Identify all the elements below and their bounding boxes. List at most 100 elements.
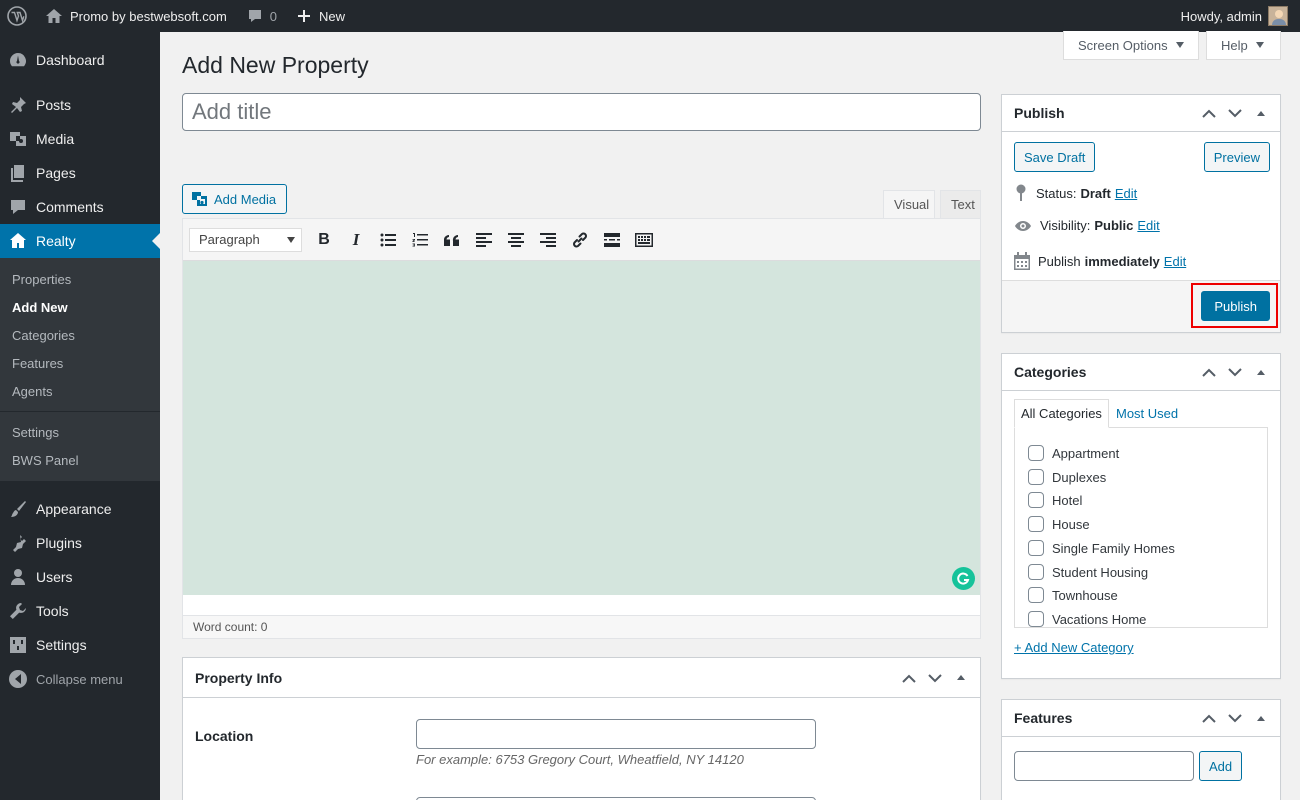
save-draft-button[interactable]: Save Draft [1014,142,1096,172]
grammarly-icon[interactable] [952,567,975,590]
category-label: Appartment [1052,445,1120,461]
page-title: Add New Property [182,52,369,78]
move-down-icon[interactable] [1222,354,1248,391]
submenu-features[interactable]: Features [0,349,160,377]
list-item[interactable]: Vacations Home [1028,611,1146,627]
tab-most-used[interactable]: Most Used [1110,399,1184,428]
list-item[interactable]: Single Family Homes [1028,540,1175,556]
menu-realty[interactable]: Realty [0,224,160,258]
menu-tools[interactable]: Tools [0,594,160,628]
insert-link-button[interactable] [564,225,596,255]
category-checkbox[interactable] [1028,564,1044,580]
menu-dashboard[interactable]: Dashboard [0,43,160,77]
collapse-menu-button[interactable]: Collapse menu [0,662,160,696]
site-name-link[interactable]: Promo by bestwebsoft.com [37,0,235,32]
help-button[interactable]: Help [1206,31,1281,60]
new-feature-input[interactable] [1014,751,1194,781]
publish-button-highlight [1191,283,1278,328]
submenu-properties[interactable]: Properties [0,265,160,293]
location-input[interactable] [416,719,816,749]
title-input[interactable] [182,93,981,131]
read-more-icon [604,232,620,247]
toolbar-toggle-button[interactable] [628,225,660,255]
menu-comments[interactable]: Comments [0,190,160,224]
menu-users[interactable]: Users [0,560,160,594]
wordpress-logo-icon[interactable] [0,0,37,32]
bold-button[interactable]: B [308,225,340,255]
move-down-icon[interactable] [922,660,948,697]
list-item[interactable]: Appartment [1028,445,1119,461]
list-item[interactable]: House [1028,516,1090,532]
align-center-button[interactable] [500,225,532,255]
screen-options-label: Screen Options [1078,37,1168,53]
edit-visibility-link[interactable]: Edit [1137,218,1159,233]
toggle-panel-icon[interactable] [1248,95,1274,132]
list-item[interactable]: Student Housing [1028,564,1148,580]
site-name: Promo by bestwebsoft.com [70,8,227,24]
menu-posts[interactable]: Posts [0,88,160,122]
edit-schedule-link[interactable]: Edit [1164,254,1186,269]
align-right-button[interactable] [532,225,564,255]
list-item[interactable]: Duplexes [1028,469,1106,485]
preview-button[interactable]: Preview [1203,142,1270,172]
submenu-agents[interactable]: Agents [0,377,160,405]
category-label: Single Family Homes [1052,540,1175,556]
tab-visual[interactable]: Visual [883,190,935,219]
menu-plugins[interactable]: Plugins [0,526,160,560]
menu-media[interactable]: Media [0,122,160,156]
edit-status-link[interactable]: Edit [1115,186,1137,201]
tab-text[interactable]: Text [940,190,981,219]
add-feature-button[interactable]: Add [1199,751,1243,781]
menu-appearance[interactable]: Appearance [0,492,160,526]
numbered-list-button[interactable] [404,225,436,255]
blockquote-button[interactable] [436,225,468,255]
menu-settings[interactable]: Settings [0,628,160,662]
toggle-panel-icon[interactable] [948,660,974,697]
submenu-categories[interactable]: Categories [0,321,160,349]
move-down-icon[interactable] [1222,95,1248,132]
submenu-bws-panel[interactable]: BWS Panel [0,446,160,474]
location-label: Location [195,728,254,744]
submenu-add-new[interactable]: Add New [0,293,160,321]
align-left-button[interactable] [468,225,500,255]
account-menu[interactable]: Howdy, admin [1181,6,1300,26]
submenu-settings[interactable]: Settings [0,418,160,446]
menu-pages[interactable]: Pages [0,156,160,190]
category-checkbox[interactable] [1028,587,1044,603]
move-up-icon[interactable] [1196,354,1222,391]
italic-button[interactable]: I [340,225,372,255]
schedule-row: Publish immediately Edit [1014,252,1186,270]
move-up-icon[interactable] [1196,95,1222,132]
add-media-button[interactable]: Add Media [182,184,288,214]
read-more-button[interactable] [596,225,628,255]
tab-all-categories[interactable]: All Categories [1014,399,1109,428]
list-item[interactable]: Townhouse [1028,587,1118,603]
paintbrush-icon [8,499,28,519]
format-select[interactable]: Paragraph [189,227,302,252]
move-up-icon[interactable] [896,660,922,697]
category-checkbox[interactable] [1028,611,1044,627]
menu-label: Comments [36,199,104,215]
category-checkbox[interactable] [1028,540,1044,556]
category-checkbox[interactable] [1028,469,1044,485]
editor-content-area[interactable] [183,261,980,595]
category-checkbox[interactable] [1028,516,1044,532]
plugin-icon [8,533,28,553]
eye-icon [1015,220,1031,231]
comments-link[interactable]: 0 [239,0,285,32]
toggle-panel-icon[interactable] [1248,354,1274,391]
screen-options-button[interactable]: Screen Options [1063,31,1199,60]
move-down-icon[interactable] [1222,700,1248,737]
add-new-category-link[interactable]: + Add New Category [1014,640,1134,655]
align-left-icon [476,232,492,247]
toggle-panel-icon[interactable] [1248,700,1274,737]
new-content-link[interactable]: New [289,0,353,32]
category-label: Vacations Home [1052,611,1147,627]
move-up-icon[interactable] [1196,700,1222,737]
align-right-icon [540,232,556,247]
bulleted-list-button[interactable] [372,225,404,255]
list-item[interactable]: Hotel [1028,492,1082,508]
menu-label: Collapse menu [36,671,123,687]
category-checkbox[interactable] [1028,445,1044,461]
category-checkbox[interactable] [1028,492,1044,508]
